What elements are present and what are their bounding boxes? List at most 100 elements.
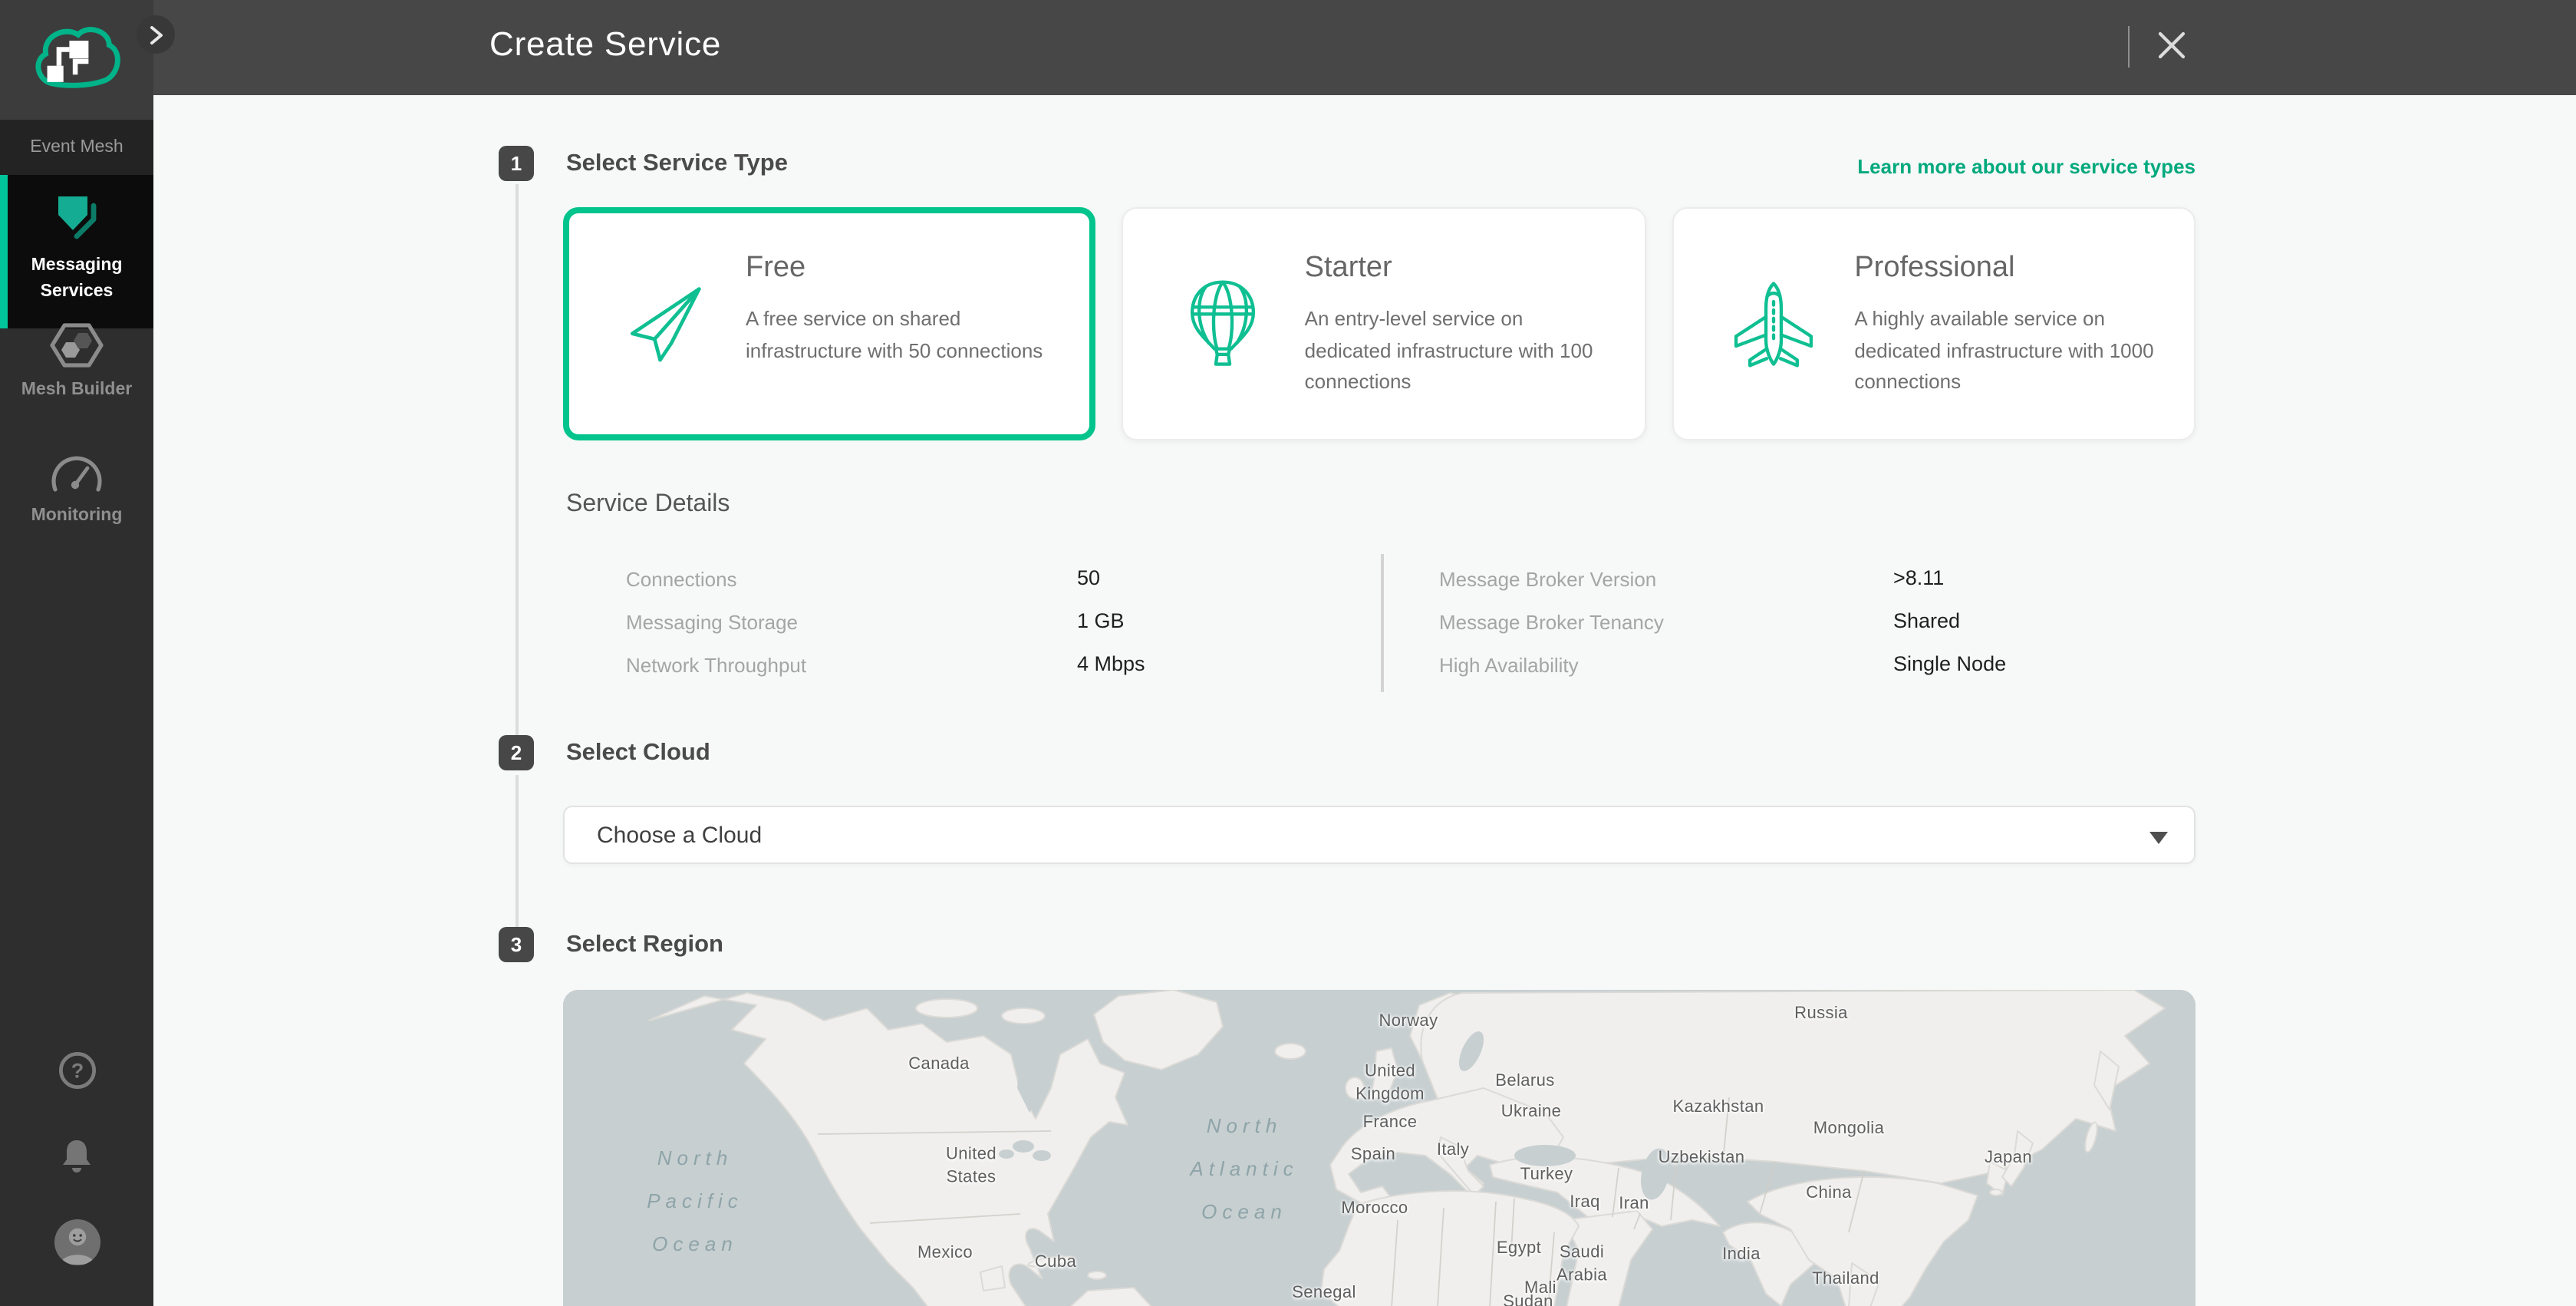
gauge-icon xyxy=(49,453,104,496)
detail-label: Messaging Storage xyxy=(626,610,798,633)
map-country-label: Spain xyxy=(1351,1144,1395,1167)
sidebar-expand-button[interactable] xyxy=(137,15,175,54)
map-country-label: China xyxy=(1806,1182,1852,1205)
detail-value: 1 GB xyxy=(1077,608,1125,632)
active-indicator xyxy=(0,175,7,328)
step-connector xyxy=(515,774,518,928)
map-country-label: United States xyxy=(946,1143,996,1189)
service-type-name: Starter xyxy=(1305,252,1392,285)
sidebar-item-label: Mesh Builder xyxy=(9,378,144,403)
map-country-label: Mongolia xyxy=(1813,1118,1885,1141)
detail-value: 4 Mbps xyxy=(1077,651,1145,674)
detail-value: >8.11 xyxy=(1893,566,1944,589)
account-button[interactable] xyxy=(0,1219,153,1266)
detail-value: Shared xyxy=(1893,608,1960,632)
hexagon-mesh-icon xyxy=(49,321,104,370)
service-details-title: Service Details xyxy=(566,490,730,518)
service-type-card-free[interactable]: Free A free service on shared infrastruc… xyxy=(563,207,1096,440)
map-country-label: Egypt xyxy=(1497,1238,1541,1261)
map-country-label: Sudan xyxy=(1503,1291,1553,1306)
cloud-select[interactable]: Choose a Cloud xyxy=(563,806,2196,864)
service-type-card-starter[interactable]: Starter An entry-level service on dedica… xyxy=(1122,207,1646,440)
airplane-icon xyxy=(1728,279,1817,368)
sidebar-item-mesh-builder[interactable]: Mesh Builder xyxy=(0,316,153,422)
map-country-label: Thailand xyxy=(1812,1268,1879,1291)
detail-value: 50 xyxy=(1077,566,1100,589)
map-country-label: Iraq xyxy=(1570,1192,1600,1215)
map-country-label: Japan xyxy=(1985,1147,2032,1170)
close-icon xyxy=(2155,28,2187,61)
sidebar-item-label: Monitoring xyxy=(9,503,144,529)
learn-more-link[interactable]: Learn more about our service types xyxy=(1857,154,2196,177)
detail-label: Message Broker Version xyxy=(1439,567,1656,590)
service-type-name: Professional xyxy=(1854,252,2014,285)
detail-label: High Availability xyxy=(1439,653,1579,676)
map-country-label: Iran xyxy=(1619,1193,1649,1216)
map-country-label: Ukraine xyxy=(1501,1101,1562,1124)
service-type-name: Free xyxy=(746,252,805,285)
map-country-label: Mexico xyxy=(917,1242,973,1265)
map-country-label: Canada xyxy=(908,1054,969,1077)
detail-value: Single Node xyxy=(1893,651,2006,674)
detail-label: Network Throughput xyxy=(626,653,806,676)
step-3-badge: 3 xyxy=(499,927,534,962)
help-button[interactable]: ? xyxy=(0,1051,153,1090)
chevron-right-icon xyxy=(145,24,166,45)
map-country-label: Turkey xyxy=(1520,1164,1573,1187)
map-ocean-label: North Pacific Ocean xyxy=(647,1137,743,1266)
close-button[interactable] xyxy=(2145,18,2197,71)
map-country-label: Norway xyxy=(1379,1011,1438,1034)
step-1-badge: 1 xyxy=(499,146,534,181)
sidebar-item-label: Event Mesh xyxy=(30,138,123,157)
map-country-label: India xyxy=(1722,1244,1761,1267)
hot-air-balloon-icon xyxy=(1179,279,1268,368)
region-map[interactable]: North Pacific Ocean North Atlantic Ocean R… xyxy=(563,990,2196,1306)
map-country-label: Belarus xyxy=(1495,1070,1554,1093)
map-country-label: Uzbekistan xyxy=(1659,1147,1745,1170)
solace-cloud-logo[interactable] xyxy=(0,0,153,120)
detail-label: Message Broker Tenancy xyxy=(1439,610,1664,633)
sidebar-item-label: Messaging Services xyxy=(9,253,144,305)
map-country-label: Russia xyxy=(1794,1003,1848,1026)
service-type-card-professional[interactable]: Professional A highly available service … xyxy=(1672,207,2196,440)
map-country-label: Morocco xyxy=(1341,1198,1408,1221)
service-type-description: An entry-level service on dedicated infr… xyxy=(1305,304,1606,398)
map-country-label: Kazakhstan xyxy=(1673,1097,1764,1120)
service-details-divider xyxy=(1381,553,1383,691)
step-connector xyxy=(515,183,518,734)
map-labels-layer: North Pacific Ocean North Atlantic Ocean R… xyxy=(563,990,2196,1306)
dialog-content: 1 Select Service Type Learn more about o… xyxy=(153,94,2576,1306)
help-icon: ? xyxy=(58,1051,96,1090)
svg-text:?: ? xyxy=(71,1060,84,1083)
sidebar-item-messaging-services[interactable]: Messaging Services xyxy=(0,175,153,328)
dialog-title: Create Service xyxy=(489,25,721,64)
cloud-select-value: Choose a Cloud xyxy=(597,822,762,848)
step-2-badge: 2 xyxy=(499,735,534,770)
service-type-cards: Free A free service on shared infrastruc… xyxy=(563,207,2196,440)
map-country-label: Cuba xyxy=(1035,1252,1076,1275)
map-country-label: France xyxy=(1363,1112,1418,1135)
service-type-description: A free service on shared infrastructure … xyxy=(746,304,1046,367)
detail-label: Connections xyxy=(626,567,737,590)
sidebar-item-event-mesh[interactable]: Event Mesh xyxy=(0,120,153,175)
map-ocean-label: North Atlantic Ocean xyxy=(1190,1105,1298,1234)
notifications-button[interactable] xyxy=(0,1137,153,1176)
map-country-label: Saudi Arabia xyxy=(1556,1242,1607,1287)
dialog-header: Create Service xyxy=(153,0,2576,94)
map-country-label: Italy xyxy=(1437,1139,1469,1163)
map-country-label: United Kingdom xyxy=(1356,1060,1425,1106)
step-3-title: Select Region xyxy=(566,931,723,958)
bell-icon xyxy=(58,1137,95,1176)
caret-down-icon xyxy=(2149,832,2168,844)
service-type-description: A highly available service on dedicated … xyxy=(1854,304,2155,398)
shield-icon xyxy=(51,190,103,246)
paper-plane-icon xyxy=(620,279,709,368)
step-1-title: Select Service Type xyxy=(566,150,788,177)
cloud-logo-icon xyxy=(29,21,124,98)
app-root: Event Mesh Messaging Services Mesh Build… xyxy=(0,0,2576,1306)
sidebar-item-monitoring[interactable]: Monitoring xyxy=(0,448,153,548)
sidebar: Event Mesh Messaging Services Mesh Build… xyxy=(0,0,153,1306)
step-2-title: Select Cloud xyxy=(566,739,710,767)
map-country-label: Senegal xyxy=(1292,1282,1356,1305)
header-divider xyxy=(2128,26,2130,68)
